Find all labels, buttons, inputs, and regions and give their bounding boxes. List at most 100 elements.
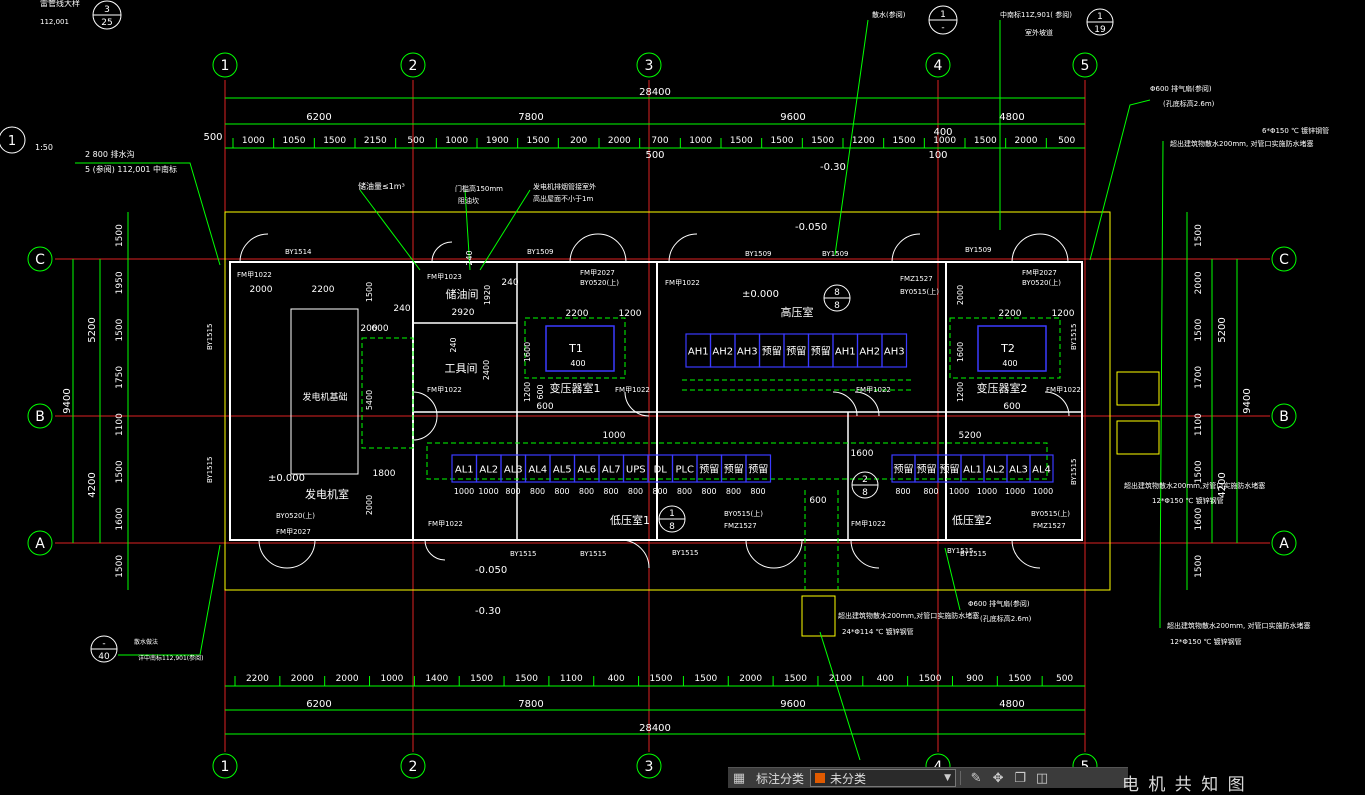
dim-inner-240b: 240 <box>501 278 518 288</box>
dim-bottom-detail-label: 1500 <box>650 674 673 684</box>
note-pipe-right: 6*Φ150 ℃ 镀锌钢管 <box>1262 126 1329 135</box>
move-icon[interactable]: ✥ <box>987 768 1009 788</box>
dim-inner-1200-t1: 1200 <box>619 309 642 319</box>
paste-icon[interactable]: ◫ <box>1031 768 1053 788</box>
callout-8a-top: 8 <box>834 288 840 298</box>
category-icon[interactable]: ▦ <box>728 768 750 788</box>
dim-bottom-span-4: 4800 <box>999 699 1024 710</box>
callout-40-top: - <box>102 639 105 649</box>
hv-cabinet-label: AH3 <box>737 347 758 358</box>
lv2-cabinet-label: AL1 <box>963 465 982 476</box>
note-oil-limit: 储油量≤1m³ <box>358 181 405 191</box>
dim-left-column: 1500 1950 1500 1750 1100 1500 1600 1500 5200 4200… <box>62 224 125 578</box>
tag-fmz1527-c: FMZ1527 <box>1033 522 1066 530</box>
tag-by1514: BY1514 <box>285 248 312 256</box>
axis-label-5-top: 5 <box>1081 58 1090 74</box>
copy-icon[interactable]: ❐ <box>1009 768 1031 788</box>
dim-inner-600: 600 <box>371 324 388 334</box>
dim-right-detail-label: 1500 <box>1194 224 1204 247</box>
lv1-dim-label: 800 <box>726 487 741 496</box>
level-bottom-30: -0.30 <box>475 606 501 617</box>
tag-fm1022-e: FM甲1022 <box>427 386 462 394</box>
floor-plan-drawing[interactable]: 1 2 3 4 5 1 2 3 4 5 C B A C B A <box>0 0 1365 787</box>
dim-top-detail-label: 1200 <box>852 136 875 146</box>
dim-bottom-detail-label: 2200 <box>246 674 269 684</box>
note-exhaust2: 高出屋面不小于1m <box>533 194 593 203</box>
callout-3-top: 3 <box>104 5 110 15</box>
tag-by1515-c: BY1515 <box>672 549 699 557</box>
dim-top-detail-label: 500 <box>407 136 424 146</box>
axis-label-3-top: 3 <box>645 58 654 74</box>
room-hv: 高压室 <box>781 305 814 319</box>
dim-inner-5200: 5200 <box>959 431 982 441</box>
tag-fm1022-c: FM甲1022 <box>428 520 463 528</box>
lv1-cabinet-label: AL6 <box>577 465 596 476</box>
axis-label-c-right: C <box>1279 252 1289 268</box>
dim-bottom-detail-label: 500 <box>1056 674 1073 684</box>
tag-fm2027-c: FM甲2027 <box>276 528 311 536</box>
dim-inner-600-t2: 600 <box>1003 402 1020 412</box>
edit-icon[interactable]: ✎ <box>965 768 987 788</box>
callout-1-bottom: - <box>941 23 944 33</box>
dim-inner-1500: 1500 <box>365 282 374 302</box>
note-pipe-right4: 12*Φ150 ℃ 镀锌钢管 <box>1152 496 1224 505</box>
dim-inner-2000: 2000 <box>250 285 273 295</box>
lv2-dim-label: 1000 <box>949 487 969 496</box>
note-left-bottom: 散水做法 <box>134 638 158 646</box>
lv1-cabinet-label: AL1 <box>455 465 474 476</box>
tag-by1515-e: BY1515 <box>960 550 987 558</box>
note-exhaust: 发电机排烟管接室外 <box>533 182 596 191</box>
lv1-dim-label: 800 <box>652 487 667 496</box>
lv1-cabinet-label: AL3 <box>504 465 523 476</box>
dim-top-detail-row: 1000 1050 1500 2150 500 1000 1900 1500 200 2000 70… <box>232 136 1076 148</box>
lv2-cabinet-label: 预留 <box>917 463 937 476</box>
lv1-cabinet-label: DL <box>654 465 668 476</box>
dim-inner-2400: 2400 <box>482 360 491 380</box>
category-select[interactable]: 未分类 ▼ <box>810 769 957 787</box>
axis-label-1-bottom: 1 <box>221 759 230 775</box>
callout-1-top: 1 <box>940 10 946 20</box>
dim-inner-1200-t1v: 1200 <box>523 382 532 402</box>
category-value: 未分类 <box>830 771 867 786</box>
lv1-dim-label: 1000 <box>454 487 474 496</box>
lv2-cabinet-label: AL3 <box>1009 465 1028 476</box>
annotation-toolbar: ▦ 标注分类 未分类 ▼ ✎ ✥ ❐ ◫ <box>728 767 1128 788</box>
dim-inner-240c: 240 <box>465 250 474 265</box>
lv2-dim-label: 800 <box>923 487 938 496</box>
lv1-cabinet-label: AL7 <box>602 465 621 476</box>
dim-bottom-detail-label: 1500 <box>515 674 538 684</box>
tag-fm1022-b: FM甲1022 <box>665 279 700 287</box>
hv-cabinet-label: AH1 <box>688 347 709 358</box>
note-scatter: 散水(参阅) <box>872 10 906 19</box>
dim-bottom-span-1: 6200 <box>306 699 331 710</box>
axis-label-a-left: A <box>35 536 45 552</box>
axis-grid <box>55 80 1270 752</box>
dim-top-100: 100 <box>928 150 947 161</box>
dim-top-detail-label: 1000 <box>689 136 712 146</box>
level-hv: ±0.000 <box>742 289 779 300</box>
dim-top-detail-label: 1000 <box>242 136 265 146</box>
dim-inner-1600-t2: 1600 <box>956 342 965 362</box>
tag-by1515-a: BY1515 <box>510 550 537 558</box>
dim-right-detail-label: 1600 <box>1194 507 1204 530</box>
tag-by1515-b: BY1515 <box>580 550 607 558</box>
lv1-dim-label: 800 <box>701 487 716 496</box>
note-fan-bottom2: (孔底标高2.6m) <box>980 614 1032 623</box>
hv-cabinet-label: AH2 <box>712 347 733 358</box>
dim-bottom-detail-label: 1400 <box>425 674 448 684</box>
dim-inner-2000b: 2000 <box>365 495 374 515</box>
dim-top-detail-label: 1050 <box>283 136 306 146</box>
room-generator: 发电机室 <box>305 487 349 501</box>
dim-bottom-detail-label: 1500 <box>919 674 942 684</box>
lv1-dim-label: 1000 <box>478 487 498 496</box>
dim-top-detail-label: 1500 <box>771 136 794 146</box>
dim-top-detail-label: 200 <box>570 136 587 146</box>
dim-right-outer-1: 5200 <box>1217 317 1228 342</box>
dim-left-detail-label: 1950 <box>115 271 125 294</box>
tag-fmz1527-a: FMZ1527 <box>900 275 933 283</box>
dim-bottom-span-3: 9600 <box>780 699 805 710</box>
axis-label-3-bottom: 3 <box>645 759 654 775</box>
room-lv-2: 低压室2 <box>952 513 992 527</box>
lv2-cabinet-label: AL4 <box>1032 465 1051 476</box>
callout-19-top: 1 <box>1097 12 1103 22</box>
